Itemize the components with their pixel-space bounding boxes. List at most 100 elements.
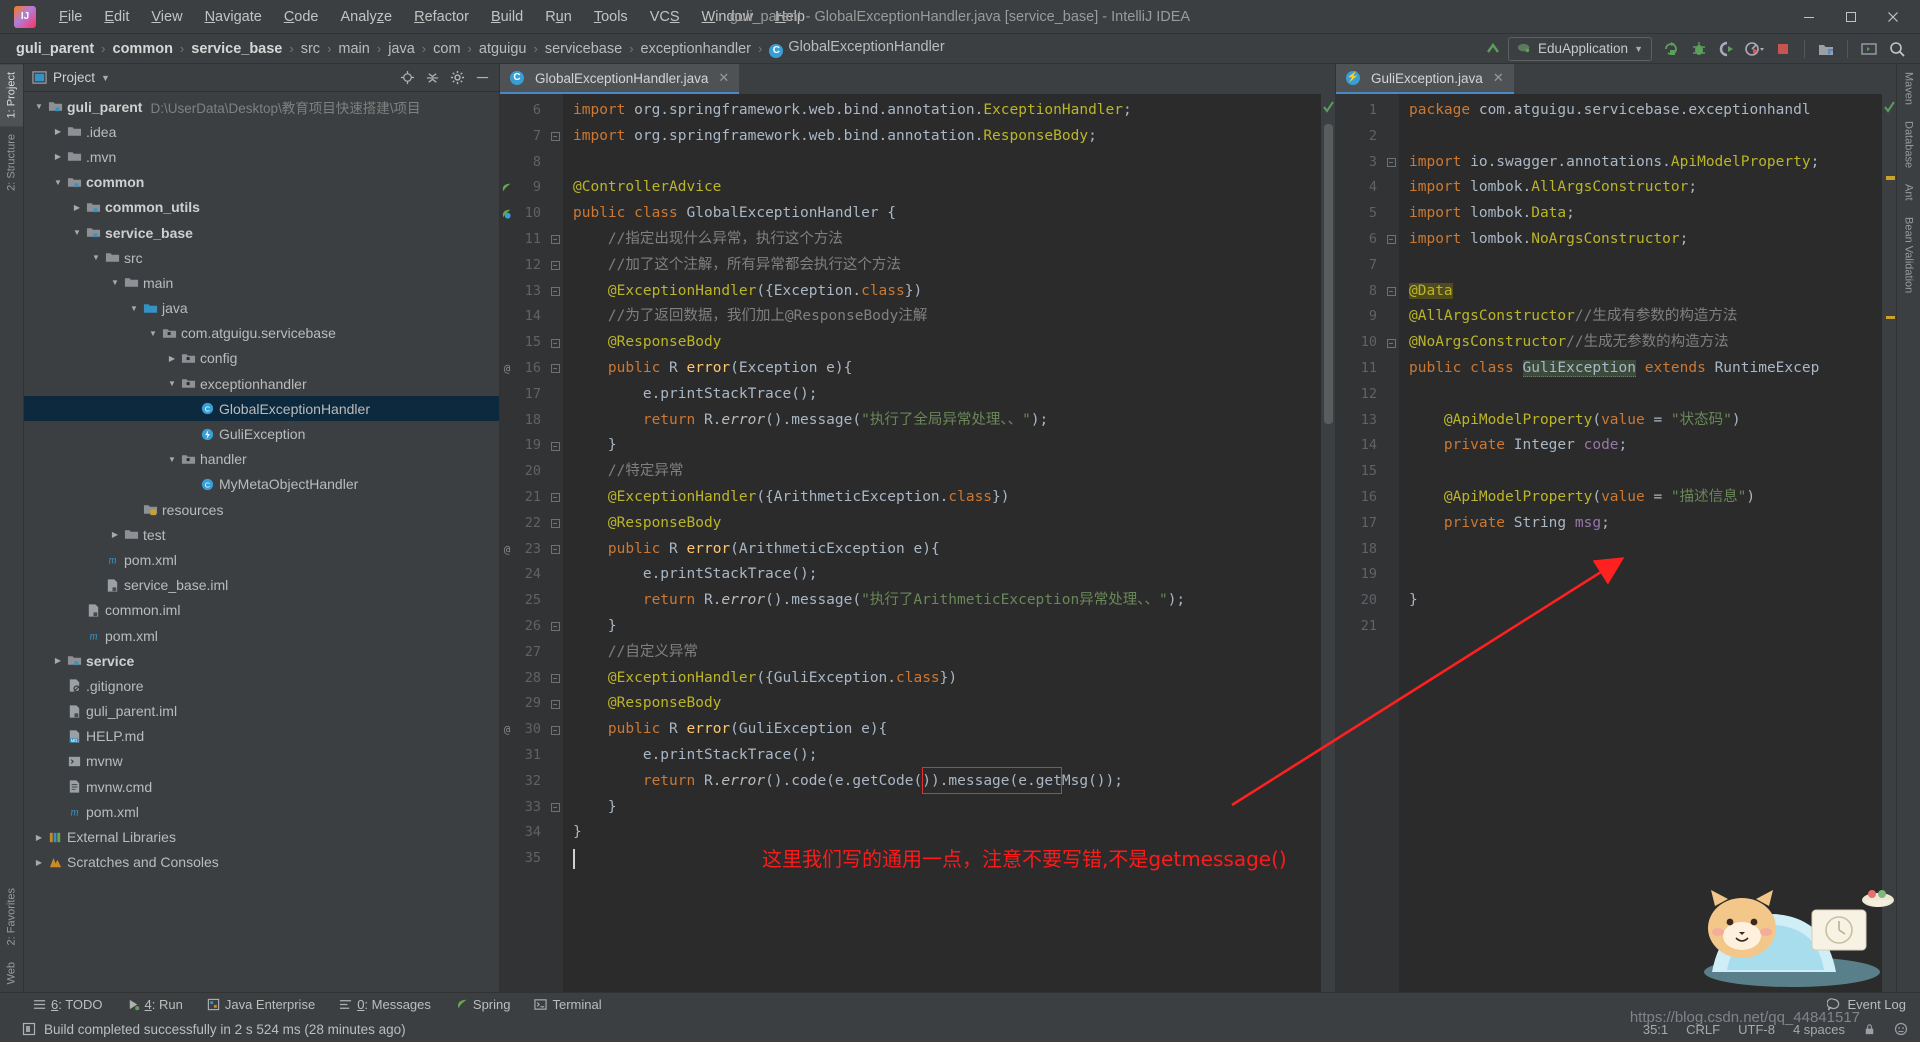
chevron-right-icon[interactable]: ▶ [32,858,46,867]
code-line[interactable]: import lombok.NoArgsConstructor; [1399,227,1882,253]
chevron-down-icon[interactable]: ▼ [146,329,160,338]
gutter-line[interactable]: 19 [500,433,547,459]
profiler-icon[interactable] [1742,37,1768,61]
chevron-down-icon[interactable]: ▼ [108,278,122,287]
stop-icon[interactable] [1770,37,1796,61]
code-line[interactable] [1399,562,1882,588]
gutter-line[interactable]: @23 [500,537,547,563]
minimize-button[interactable] [1788,1,1830,33]
fold-region[interactable]: − [547,433,563,459]
gutter-line[interactable]: 7 [500,124,547,150]
gutter-line[interactable]: 7 [1336,253,1383,279]
gutter-line[interactable]: 18 [500,408,547,434]
breadcrumb-item-current[interactable]: C GlobalExceptionHandler [765,37,948,60]
gutter-line[interactable]: 6 [500,98,547,124]
code-line[interactable]: public R error(GuliException e){ [563,717,1321,743]
fold-collapse-icon[interactable]: − [550,364,560,374]
tree-item-resources[interactable]: resources [24,497,499,522]
code-line[interactable]: @ApiModelProperty(value = "描述信息") [1399,485,1882,511]
menu-item-file[interactable]: File [48,5,93,29]
gutter-line[interactable]: @16 [500,356,547,382]
code-line[interactable]: import org.springframework.web.bind.anno… [563,98,1321,124]
code-line[interactable]: } [563,614,1321,640]
right-tab-database[interactable]: Database [1897,113,1920,176]
menu-item-edit[interactable]: Edit [93,5,140,29]
code-line[interactable]: @ResponseBody [563,691,1321,717]
gutter-line[interactable]: 14 [500,304,547,330]
gutter-line[interactable]: 26 [500,614,547,640]
tree-item-service_base[interactable]: ▼ service_base [24,220,499,245]
code-line[interactable]: public R error(Exception e){ [563,356,1321,382]
fold-region[interactable]: − [547,279,563,305]
gutter-line[interactable]: 25 [500,588,547,614]
sidebar-tab-structure[interactable]: 2: Structure [0,126,23,199]
console-icon[interactable] [1856,37,1882,61]
gutter-line[interactable]: 10 [500,201,547,227]
tree-item-common_utils[interactable]: ▶ common_utils [24,195,499,220]
breadcrumb-item-main[interactable]: main [334,39,373,59]
right-tab-maven[interactable]: Maven [1897,64,1920,113]
gutter-line[interactable]: 8 [500,150,547,176]
chevron-right-icon[interactable]: ▶ [32,833,46,842]
code-line[interactable]: public class GuliException extends Runti… [1399,356,1882,382]
error-stripe-right[interactable] [1882,94,1896,992]
tree-item-main[interactable]: ▼ main [24,270,499,295]
fold-region[interactable]: − [547,485,563,511]
fold-region[interactable]: − [1383,279,1399,305]
file-encoding[interactable]: UTF-8 [1738,1022,1775,1037]
menu-item-analyze[interactable]: Analyze [330,5,404,29]
search-everywhere-icon[interactable] [1884,37,1910,61]
code-line[interactable]: e.printStackTrace(); [563,382,1321,408]
code-line[interactable] [1399,253,1882,279]
tree-item-.idea[interactable]: ▶ .idea [24,119,499,144]
tool-window-terminal[interactable]: Terminal [531,996,604,1013]
gutter-line[interactable]: 15 [500,330,547,356]
gutter-line[interactable]: 2 [1336,124,1383,150]
gutter-line[interactable]: 1 [1336,98,1383,124]
gutter-line[interactable]: 3 [1336,150,1383,176]
fold-collapse-icon[interactable]: − [550,132,560,142]
breadcrumb-item-atguigu[interactable]: atguigu [475,39,531,59]
gutter-line[interactable]: 33 [500,795,547,821]
code-line[interactable]: import io.swagger.annotations.ApiModelPr… [1399,150,1882,176]
gutter-line[interactable]: 14 [1336,433,1383,459]
right-tab-ant[interactable]: Ant [1897,176,1920,209]
breadcrumb-item-common[interactable]: common [109,39,177,59]
code-line[interactable]: @ResponseBody [563,511,1321,537]
tool-window-todo[interactable]: 6: TODO [30,996,106,1013]
code-line[interactable]: private String msg; [1399,511,1882,537]
inspection-face-icon[interactable] [1894,1022,1908,1036]
fold-collapse-icon[interactable]: − [550,544,560,554]
code-line[interactable]: public class GlobalExceptionHandler { [563,201,1321,227]
gutter-line[interactable]: 28 [500,666,547,692]
chevron-down-icon[interactable]: ▼ [165,455,179,464]
fold-collapse-icon[interactable]: − [550,725,560,735]
code-line[interactable] [1399,459,1882,485]
tree-item-handler[interactable]: ▼ handler [24,447,499,472]
tree-item-com.atguigu.servicebase[interactable]: ▼ com.atguigu.servicebase [24,321,499,346]
gutter-line[interactable]: 12 [1336,382,1383,408]
gutter-line[interactable]: 19 [1336,562,1383,588]
gutter-line[interactable]: 34 [500,820,547,846]
gutter-line[interactable]: 12 [500,253,547,279]
chevron-right-icon[interactable]: ▶ [165,354,179,363]
tree-item-common[interactable]: ▼ common [24,170,499,195]
fold-gutter-right[interactable]: − − − − [1383,94,1399,992]
gutter-line[interactable]: 20 [500,459,547,485]
code-line[interactable]: return R.error().message("执行了全局异常处理、、"); [563,408,1321,434]
tab-GuliException[interactable]: ⚡ GuliException.java ✕ [1336,64,1514,94]
code-line[interactable]: @ResponseBody [563,330,1321,356]
code-line[interactable]: public R error(ArithmeticException e){ [563,537,1321,563]
breadcrumb-item-src[interactable]: src [297,39,324,59]
menu-item-build[interactable]: Build [480,5,534,29]
tool-window-run[interactable]: 4: Run [124,996,186,1013]
breadcrumb-item-servicebase[interactable]: servicebase [541,39,626,59]
code-line[interactable]: @ExceptionHandler({Exception.class}) [563,279,1321,305]
fold-region[interactable]: − [1383,330,1399,356]
tree-item-guli_parent.iml[interactable]: guli_parent.iml [24,699,499,724]
locate-icon[interactable] [396,68,418,88]
fold-collapse-icon[interactable]: − [550,235,560,245]
line-separator[interactable]: CRLF [1686,1022,1720,1037]
gutter-line[interactable]: 8 [1336,279,1383,305]
code-line[interactable]: e.printStackTrace(); [563,743,1321,769]
